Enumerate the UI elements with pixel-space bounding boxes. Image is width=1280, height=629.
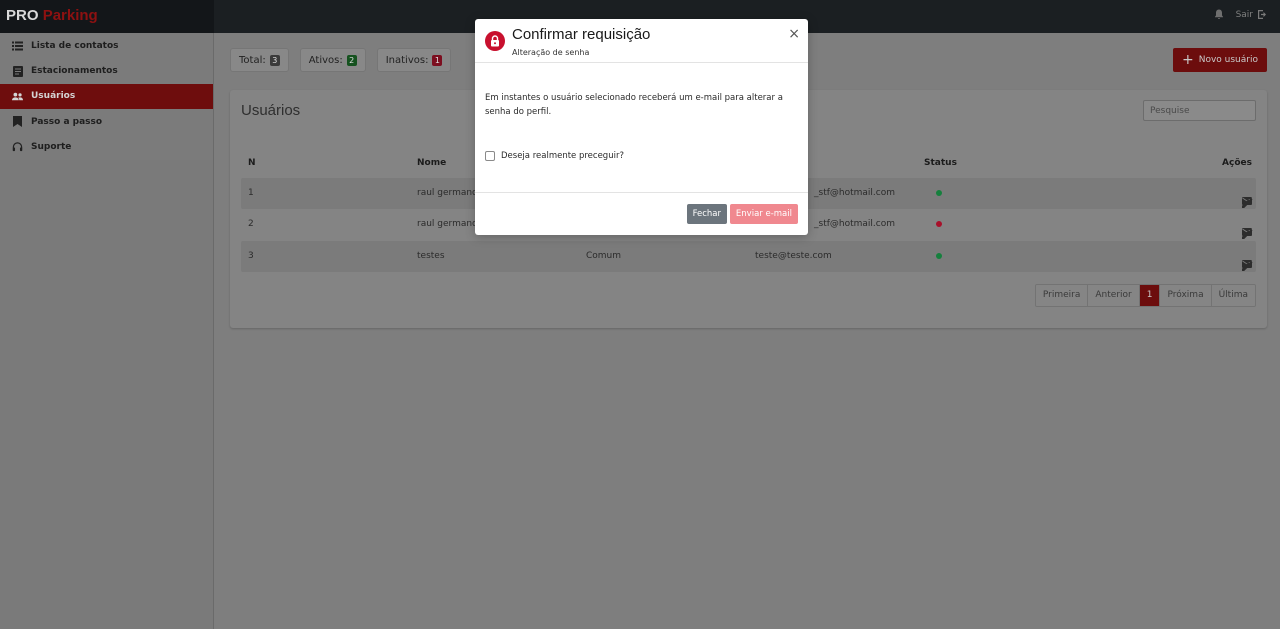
confirm-checkbox-row[interactable]: Deseja realmente preceguir?	[485, 151, 624, 161]
plus-icon: +	[1182, 52, 1194, 68]
lock-icon	[485, 31, 505, 51]
confirm-checkbox-label: Deseja realmente preceguir?	[501, 151, 624, 161]
edit-icon[interactable]	[1242, 228, 1253, 242]
modal-message: Em instantes o usuário selecionado receb…	[485, 93, 783, 117]
brand-logo[interactable]: PRO Parking	[0, 0, 214, 33]
logout-label: Sair	[1235, 9, 1253, 20]
active-count-badge: 2	[346, 54, 357, 66]
sidebar-item-users[interactable]: Usuários	[0, 83, 213, 110]
search-input[interactable]	[1143, 100, 1256, 121]
total-count-badge: 3	[269, 54, 280, 66]
sidebar-item-contacts[interactable]: Lista de contatos	[0, 33, 213, 58]
inactive-count-badge: 1	[432, 54, 443, 66]
row-number: 3	[248, 251, 254, 261]
sidebar-item-label: Usuários	[31, 91, 76, 102]
pagination: Primeira Anterior 1 Próxima Última	[1034, 284, 1256, 307]
document-icon	[12, 65, 23, 77]
column-header-name: Nome	[417, 158, 447, 168]
sidebar-item-support[interactable]: Suporte	[0, 135, 213, 160]
logout-button[interactable]: Sair	[1236, 9, 1268, 20]
bell-icon[interactable]	[1214, 9, 1224, 20]
inactive-chip: Inativos: 1	[376, 48, 452, 72]
brand-part-1: PRO	[6, 7, 39, 24]
brand-part-2: Parking	[42, 7, 98, 24]
sidebar: Lista de contatos Estacionamentos Usuári…	[0, 33, 214, 629]
sidebar-item-parkings[interactable]: Estacionamentos	[0, 58, 213, 83]
logout-icon	[1257, 9, 1268, 20]
new-user-button[interactable]: + Novo usuário	[1173, 48, 1267, 72]
status-indicator-inactive	[936, 221, 942, 227]
row-number: 2	[248, 219, 254, 229]
row-name: testes	[417, 251, 445, 261]
inactive-label: Inativos:	[385, 54, 429, 66]
page-title: Usuários	[241, 102, 301, 119]
status-indicator-active	[936, 190, 942, 196]
bookmark-icon	[12, 116, 23, 128]
row-email: teste@teste.com	[755, 251, 832, 261]
modal-title: Confirmar requisição	[512, 26, 651, 43]
modal-header: Confirmar requisição Alteração de senha …	[475, 19, 808, 63]
row-number: 1	[248, 188, 254, 198]
sidebar-item-label: Estacionamentos	[31, 66, 118, 77]
table-row: 3 testes Comum teste@teste.com	[241, 241, 1256, 272]
row-email: _stf@hotmail.com	[814, 188, 895, 198]
users-icon	[12, 91, 23, 102]
total-label: Total:	[239, 54, 266, 66]
pagination-prev[interactable]: Anterior	[1088, 285, 1140, 306]
edit-icon[interactable]	[1242, 260, 1253, 274]
sidebar-item-label: Suporte	[31, 142, 72, 153]
sidebar-item-tutorial[interactable]: Passo a passo	[0, 109, 213, 134]
close-button[interactable]: Fechar	[686, 204, 727, 224]
modal-footer: Fechar Enviar e-mail	[475, 192, 808, 235]
confirm-modal: Confirmar requisição Alteração de senha …	[475, 19, 808, 235]
pagination-first[interactable]: Primeira	[1035, 285, 1089, 306]
send-email-button[interactable]: Enviar e-mail	[729, 204, 798, 224]
status-indicator-active	[936, 253, 942, 259]
column-header-status: Status	[924, 158, 957, 168]
list-icon	[12, 40, 23, 51]
pagination-next[interactable]: Próxima	[1160, 285, 1212, 306]
close-icon[interactable]: ×	[788, 26, 800, 42]
headset-icon	[12, 142, 23, 153]
active-chip: Ativos: 2	[299, 48, 366, 72]
active-label: Ativos:	[308, 54, 343, 66]
row-type: Comum	[586, 251, 622, 261]
row-name: raul germano	[417, 188, 478, 198]
column-header-n: N	[248, 158, 256, 168]
modal-subtitle: Alteração de senha	[512, 48, 590, 57]
pagination-current[interactable]: 1	[1139, 285, 1161, 306]
total-chip: Total: 3	[230, 48, 289, 72]
new-user-label: Novo usuário	[1198, 55, 1258, 65]
pagination-last[interactable]: Última	[1211, 285, 1255, 306]
confirm-checkbox[interactable]	[485, 151, 495, 161]
sidebar-item-label: Lista de contatos	[31, 40, 119, 51]
row-name: raul germano	[417, 219, 478, 229]
column-header-actions: Ações	[1222, 158, 1252, 168]
row-email: _stf@hotmail.com	[814, 219, 895, 229]
sidebar-item-label: Passo a passo	[31, 116, 103, 127]
